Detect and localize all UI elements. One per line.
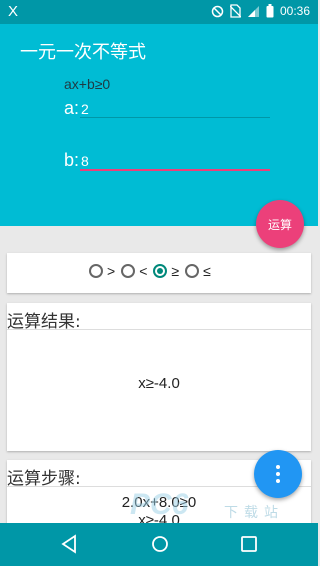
field-a-label: a: [64,98,80,118]
step-line-1: 2.0x+8.0≥0 [121,494,197,511]
home-icon[interactable] [150,534,170,558]
radio-lt[interactable] [121,264,136,278]
signal-icon [247,5,260,18]
radio-le[interactable] [185,264,200,278]
radio-ge[interactable] [153,264,168,278]
recents-icon[interactable] [240,534,258,558]
more-vert-icon-dot [276,472,280,476]
radio-ge-label: ≥ [171,263,180,279]
radio-gt[interactable] [89,264,103,278]
app-header: 一元一次不等式 ax+b≥0 a: 2 b: 8 运算 [0,24,318,248]
more-vert-icon [276,465,280,469]
more-options-button[interactable] [254,450,302,498]
field-b-underline [80,169,270,171]
calculate-button-label: 运算 [267,217,292,232]
formula-label: ax+b≥0 [64,76,111,92]
result-card: 运算结果: x≥-4.0 [7,303,311,451]
radio-le-label: ≤ [203,263,211,279]
field-a-underline [80,117,270,118]
operator-card: > < ≥ ≤ [7,253,311,293]
navigation-bar [0,523,318,566]
battery-icon [266,4,274,18]
more-vert-icon-dot [276,479,280,483]
field-b-label: b: [64,150,80,170]
result-divider [7,329,311,330]
field-b-input[interactable]: 8 [81,153,89,169]
status-bar: X 00:36 [0,0,318,24]
dnd-icon [211,5,224,18]
field-a-input[interactable]: 2 [81,101,89,117]
app-notification-icon: X [8,3,19,20]
calculate-button[interactable]: 运算 [256,200,304,248]
clock: 00:36 [279,4,310,18]
radio-lt-label: < [139,263,148,279]
no-sim-icon [229,4,241,18]
result-value: x≥-4.0 [138,375,180,392]
page-title: 一元一次不等式 [20,42,146,63]
back-icon[interactable] [60,534,78,558]
radio-gt-label: > [107,263,116,279]
operator-radio-group: > < ≥ ≤ [89,263,217,279]
